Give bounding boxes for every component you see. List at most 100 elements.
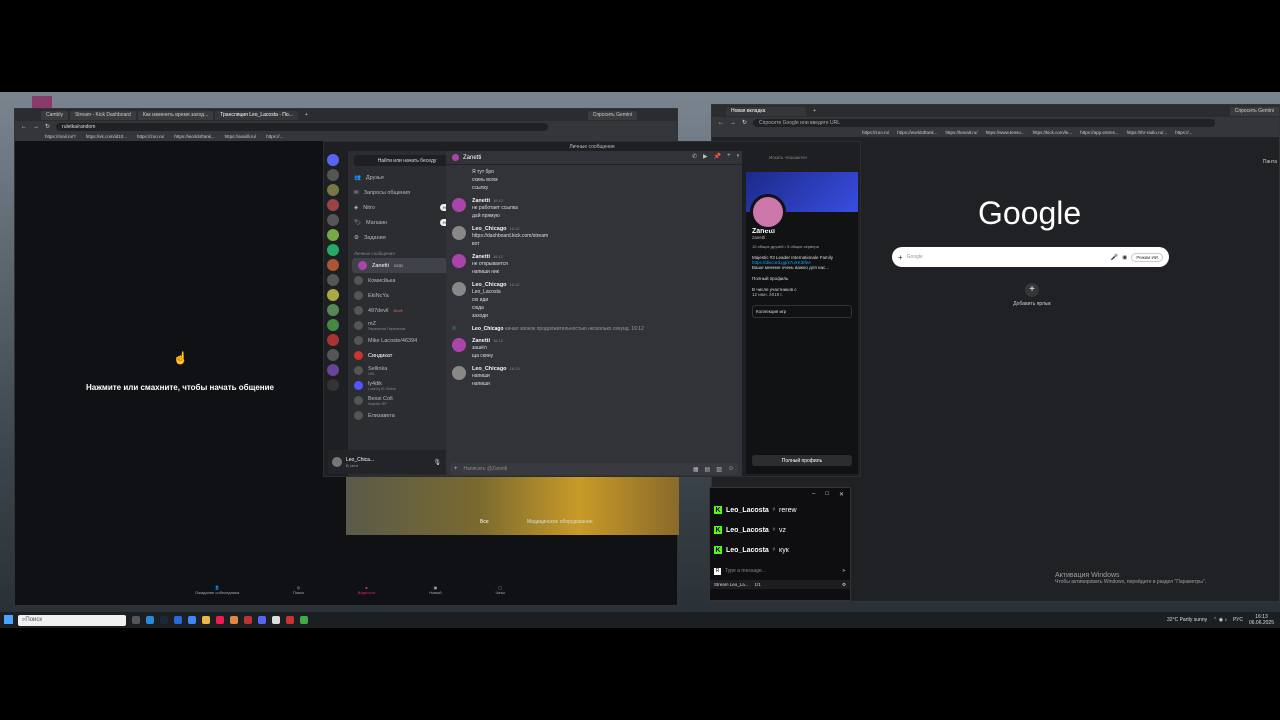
server-icon[interactable] [327, 364, 339, 376]
profile-avatar[interactable] [750, 194, 786, 230]
edge-icon[interactable] [146, 616, 154, 624]
server-icon[interactable] [327, 349, 339, 361]
minimize-icon[interactable]: – [812, 491, 815, 497]
nav-search[interactable]: ◎ Поиск [293, 585, 304, 603]
avatar[interactable] [452, 282, 466, 296]
pin-icon[interactable]: 📌 [714, 153, 721, 160]
plus-icon[interactable]: + [454, 466, 458, 472]
tab-kick-dashboard[interactable]: Stream - Kick Dashboard [69, 110, 136, 120]
gear-icon[interactable]: ⚙ [842, 582, 846, 588]
start-icon[interactable] [4, 615, 13, 624]
reload-icon[interactable]: ↻ [742, 119, 747, 126]
new-tab-button[interactable]: + [808, 107, 821, 116]
new-tab-button[interactable]: + [300, 111, 313, 120]
forward-icon[interactable]: → [730, 120, 736, 126]
server-icon[interactable] [327, 214, 339, 226]
forward-icon[interactable]: → [33, 124, 39, 130]
add-friend-icon[interactable]: + [727, 153, 731, 160]
app-icon[interactable] [244, 616, 252, 624]
nav-new[interactable]: ▣ Новый [429, 585, 441, 603]
avatar[interactable] [452, 226, 466, 240]
chat-search-input[interactable]: Искать «Кошакте» [766, 153, 854, 162]
gemini-button[interactable]: Спросить Gemini [1229, 106, 1279, 116]
server-icon[interactable] [327, 334, 339, 346]
stream-link[interactable]: https://dashboard.kick.com/stream [472, 232, 548, 240]
weather-widget[interactable]: 32°C Partly sunny [1167, 617, 1207, 623]
tab-how-change-time[interactable]: Как изменить время заход... [137, 110, 214, 120]
taskbar-search[interactable]: ⌕ Поиск [18, 614, 126, 626]
profile-mutual[interactable]: 10 общих друзей • 5 общих сервера [752, 244, 852, 249]
lens-icon[interactable]: ◉ [1122, 254, 1127, 261]
full-profile-button[interactable]: Полный профиль [752, 455, 852, 466]
gemini-button[interactable]: Спросить Gemini [587, 110, 637, 120]
close-icon[interactable]: ✕ [839, 491, 844, 498]
bookmark-item[interactable]: https://... [266, 134, 283, 139]
bookmark-item[interactable]: https://kanalt.ru/ [946, 130, 978, 135]
tab-new-tab[interactable]: Новая вкладка [726, 106, 806, 116]
bookmark-item[interactable]: https://app.entres... [1080, 130, 1119, 135]
nav-videochat[interactable]: ■ Видеочат [358, 585, 376, 603]
server-icon[interactable] [327, 274, 339, 286]
bookmark-item[interactable]: https://zoo.ru/ [137, 134, 164, 139]
reload-icon[interactable]: ↻ [45, 123, 50, 130]
server-icon[interactable] [327, 229, 339, 241]
bookmark-item[interactable]: https://www.tenso... [986, 130, 1025, 135]
app-icon[interactable] [272, 616, 280, 624]
gift-icon[interactable]: ▦ [693, 466, 699, 473]
bookmark-item[interactable]: https://anailli.ru/ [225, 134, 257, 139]
message-input[interactable]: + Написать @Zanetti ▦ ▤ ▧ ☺ [450, 463, 738, 475]
plus-icon[interactable]: + [898, 253, 903, 262]
tab-cambly[interactable]: Cambly [41, 110, 68, 120]
server-icon[interactable] [327, 289, 339, 301]
avatar[interactable] [452, 198, 466, 212]
nav-waiting[interactable]: 👤 Ожидание собеседника [195, 585, 239, 603]
app-icon[interactable] [230, 616, 238, 624]
stream-label[interactable]: Stream Leo_La... [714, 582, 749, 587]
discord-home-icon[interactable] [327, 154, 339, 166]
server-icon[interactable] [327, 319, 339, 331]
avatar[interactable] [452, 338, 466, 352]
full-profile-link[interactable]: Полный профиль [752, 276, 852, 281]
server-icon[interactable] [327, 244, 339, 256]
bookmark-item[interactable]: https://... [1175, 130, 1192, 135]
corner-label[interactable]: Панта [1263, 159, 1277, 165]
find-conversation-button[interactable]: Найти или начать беседу [354, 155, 460, 166]
task-view-icon[interactable] [132, 616, 140, 624]
address-input[interactable]: ruletka/random [56, 122, 549, 131]
sticker-icon[interactable]: ▧ [716, 466, 722, 473]
server-icon[interactable] [327, 304, 339, 316]
bookmark-item[interactable]: https://vk.com/id10... [86, 134, 127, 139]
search-input[interactable]: Google [907, 254, 1107, 260]
bookmark-item[interactable]: https://worldoftank... [174, 134, 214, 139]
bookmark-item[interactable]: https://thr-radio.ru/... [1127, 130, 1168, 135]
folder-icon[interactable] [202, 616, 210, 624]
avatar[interactable] [452, 254, 466, 268]
tab-broadcast[interactable]: Трансляция Leo_Lacosta - По... [215, 110, 298, 120]
avatar[interactable] [332, 457, 342, 467]
server-icon[interactable] [327, 169, 339, 181]
start-chat-prompt[interactable]: Нажмите или смахните, чтобы начать общен… [65, 383, 295, 392]
mic-icon[interactable]: 🎙 [434, 459, 442, 466]
desktop-icon[interactable] [32, 96, 52, 108]
bookmark-item[interactable]: https://mail.ru/? [45, 134, 76, 139]
bookmark-item[interactable]: https://zoo.ru/ [862, 130, 889, 135]
add-shortcut-button[interactable]: + Добавить ярлык [1012, 283, 1052, 307]
call-icon[interactable]: ✆ [692, 153, 697, 160]
clock[interactable]: 16:13 06.06.2025 [1249, 614, 1274, 626]
avatar[interactable] [452, 366, 466, 380]
app-icon[interactable] [286, 616, 294, 624]
server-icon[interactable] [327, 199, 339, 211]
back-icon[interactable]: ← [718, 120, 724, 126]
bookmark-item[interactable]: https://kick.com/le... [1033, 130, 1073, 135]
server-icon[interactable] [327, 259, 339, 271]
language-indicator[interactable]: РУС [1233, 617, 1243, 623]
google-search-box[interactable]: + Google 🎤 ◉ Режим ИИ [892, 247, 1169, 267]
game-collection[interactable]: Коллекция игр [752, 305, 852, 318]
nav-chats[interactable]: ▢ Чаты [495, 585, 505, 603]
chrome-icon[interactable] [300, 616, 308, 624]
omnibox[interactable]: Спросите Google или введите URL [753, 118, 1216, 127]
back-icon[interactable]: ← [21, 124, 27, 130]
mic-icon[interactable]: 🎤 [1111, 254, 1118, 261]
steam-icon[interactable] [160, 616, 168, 624]
server-icon[interactable] [327, 184, 339, 196]
